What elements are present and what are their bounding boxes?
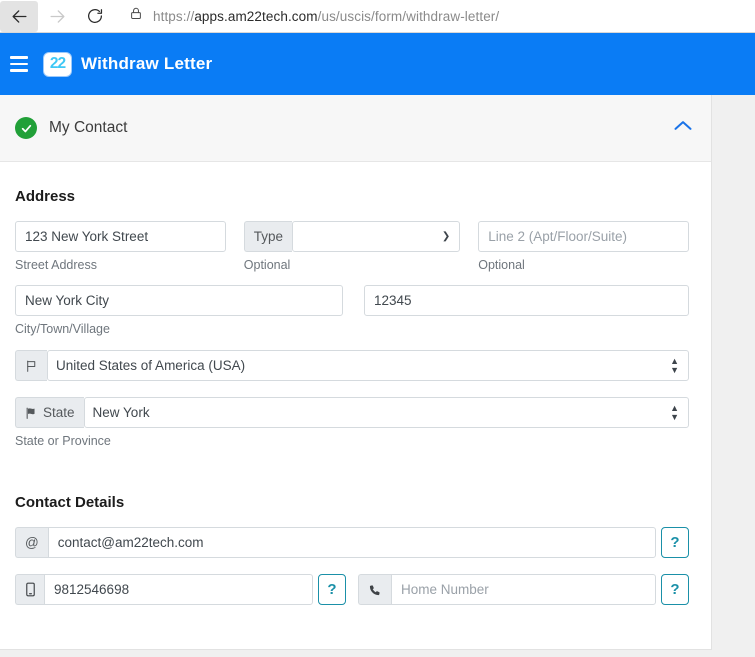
app-header: 22 Withdraw Letter	[0, 33, 755, 95]
url-scheme: https://	[153, 9, 194, 24]
hamburger-menu-icon[interactable]	[6, 51, 32, 77]
reload-icon	[86, 7, 104, 25]
street-address-input[interactable]	[15, 221, 226, 252]
back-arrow-icon	[10, 7, 29, 26]
address-type-select[interactable]	[292, 221, 460, 252]
app-logo[interactable]: 22	[44, 53, 71, 76]
back-button[interactable]	[0, 1, 38, 32]
mobile-phone-icon	[15, 574, 44, 605]
email-help-button[interactable]: ?	[661, 527, 689, 558]
forward-button	[38, 1, 76, 32]
mobile-help-button[interactable]: ?	[318, 574, 346, 605]
reload-button[interactable]	[76, 1, 114, 32]
forward-arrow-icon	[48, 7, 67, 26]
home-phone-field: ?	[358, 574, 689, 605]
zip-input[interactable]	[364, 285, 689, 316]
mobile-phone-field: ?	[15, 574, 346, 605]
address-type-addon-label: Type	[244, 221, 292, 252]
state-row: State New York ▲▼ State or Province	[15, 397, 689, 448]
home-phone-input[interactable]	[391, 574, 656, 605]
address-section-title: Address	[15, 188, 689, 205]
state-addon-label: State	[43, 405, 75, 420]
state-select[interactable]: New York	[84, 397, 689, 428]
city-input[interactable]	[15, 285, 343, 316]
address-row-1: Street Address Type ❯ Optional	[15, 221, 689, 272]
email-row: @ ?	[15, 527, 689, 558]
phone-row: ? ?	[15, 574, 689, 605]
mobile-phone-input[interactable]	[44, 574, 313, 605]
app-title: Withdraw Letter	[81, 54, 212, 74]
email-input[interactable]	[48, 527, 656, 558]
contact-details-section-title: Contact Details	[15, 494, 689, 511]
page-background: My Contact Address Street Address	[0, 95, 755, 657]
at-sign-icon: @	[15, 527, 48, 558]
home-help-button[interactable]: ?	[661, 574, 689, 605]
my-contact-header[interactable]: My Contact	[0, 95, 711, 162]
city-hint: City/Town/Village	[15, 322, 343, 336]
city-field: City/Town/Village	[15, 285, 343, 336]
flag-outline-icon	[15, 350, 47, 381]
address-type-field: Type ❯ Optional	[244, 221, 460, 272]
country-row: United States of America (USA) ▲▼	[15, 350, 689, 381]
address-bar[interactable]: https://apps.am22tech.com/us/uscis/form/…	[120, 3, 749, 30]
street-address-hint: Street Address	[15, 258, 226, 272]
country-field: United States of America (USA) ▲▼	[15, 350, 689, 381]
state-field: State New York ▲▼ State or Province	[15, 397, 689, 448]
url-host: apps.am22tech.com	[194, 9, 317, 24]
my-contact-body: Address Street Address Type ❯	[0, 162, 711, 605]
browser-toolbar: https://apps.am22tech.com/us/uscis/form/…	[0, 0, 755, 33]
address-line2-hint: Optional	[478, 258, 689, 272]
street-address-field: Street Address	[15, 221, 226, 272]
email-field: @ ?	[15, 527, 689, 558]
lock-icon	[129, 6, 143, 26]
phone-handset-icon	[358, 574, 391, 605]
address-type-hint: Optional	[244, 258, 460, 272]
my-contact-card: My Contact Address Street Address	[0, 95, 712, 650]
zip-field	[364, 285, 689, 316]
state-addon: State	[15, 397, 84, 428]
address-row-2: City/Town/Village	[15, 285, 689, 336]
country-select[interactable]: United States of America (USA)	[47, 350, 689, 381]
url-path: /us/uscis/form/withdraw-letter/	[318, 9, 500, 24]
address-line2-field: Optional	[478, 221, 689, 272]
page-title: My Contact	[49, 119, 673, 137]
state-hint: State or Province	[15, 434, 689, 448]
chevron-up-icon[interactable]	[673, 119, 693, 137]
url-text: https://apps.am22tech.com/us/uscis/form/…	[153, 9, 499, 24]
check-circle-icon	[15, 117, 37, 139]
address-line2-input[interactable]	[478, 221, 689, 252]
